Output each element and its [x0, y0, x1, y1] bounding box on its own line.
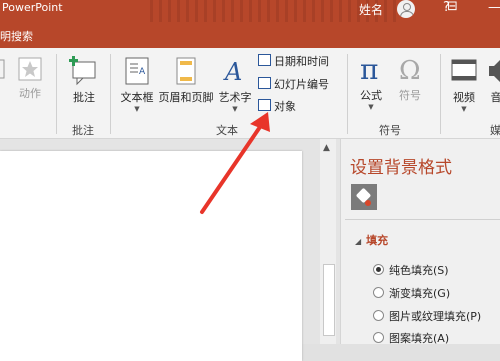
annotation-arrow: [200, 112, 270, 214]
